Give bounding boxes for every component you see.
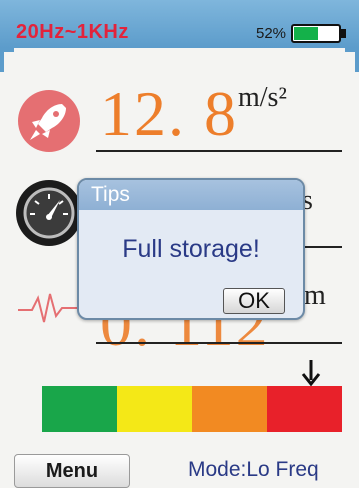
status-bar: 20Hz~1KHz 52% [0, 0, 359, 48]
acceleration-unit: m/s² [238, 82, 287, 113]
displacement-underline [96, 342, 342, 344]
frame-right-side [355, 48, 359, 72]
battery-tip [341, 29, 346, 38]
displacement-unit: m [304, 280, 326, 311]
ok-button[interactable]: OK [223, 288, 285, 314]
battery-fill [294, 27, 318, 40]
level-segment-3 [192, 386, 267, 432]
battery-percent: 52% [256, 25, 287, 42]
rocket-icon [18, 90, 80, 152]
level-segment-1 [42, 386, 117, 432]
menu-button[interactable]: Menu [14, 454, 130, 488]
battery-icon [291, 24, 341, 43]
dialog-message: Full storage! [122, 235, 260, 263]
acceleration-underline [96, 150, 342, 152]
mode-label: Mode:Lo Freq [188, 458, 319, 481]
level-segment-4 [267, 386, 342, 432]
waveform-icon [18, 280, 80, 338]
dialog-title: Tips [91, 183, 130, 206]
level-arrow-icon [300, 360, 322, 387]
level-bar [42, 386, 342, 432]
acceleration-value: 12. 8 [100, 78, 238, 149]
dialog-title-bar: Tips [79, 180, 303, 210]
frame-left-side [0, 48, 4, 72]
gauge-icon [16, 180, 82, 246]
tips-dialog: Tips Full storage! OK [77, 178, 305, 320]
level-segment-2 [117, 386, 192, 432]
frequency-range-label: 20Hz~1KHz [16, 21, 129, 43]
